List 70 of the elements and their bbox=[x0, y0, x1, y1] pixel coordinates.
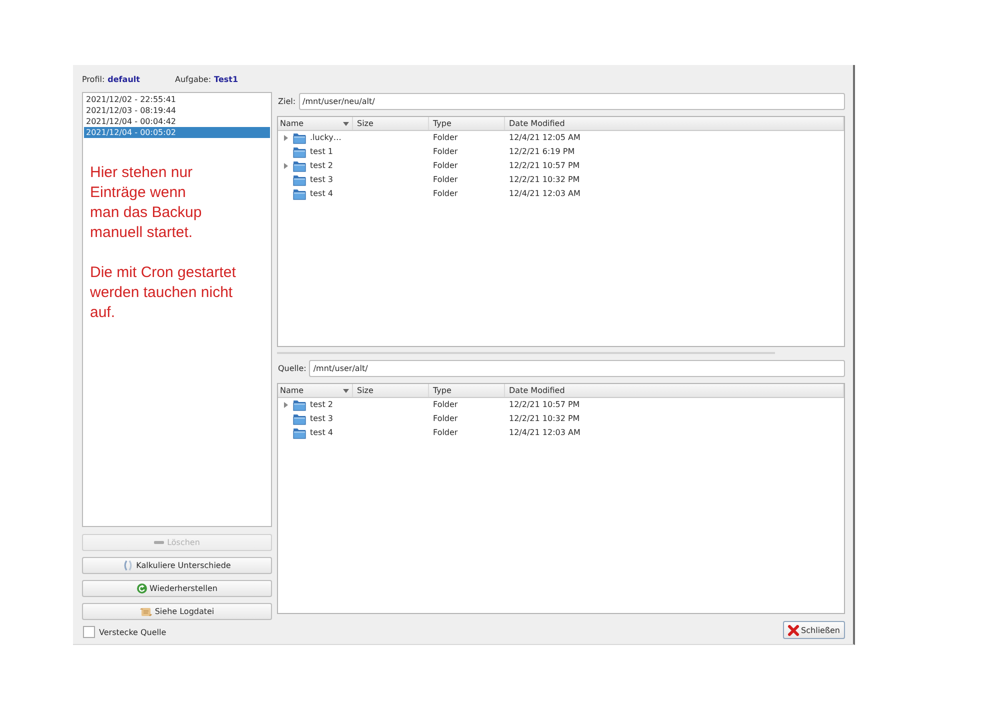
column-header[interactable]: Type bbox=[429, 117, 505, 130]
backup-entry[interactable]: 2021/12/04 - 00:05:02 bbox=[84, 127, 270, 138]
close-button[interactable]: Schließen bbox=[783, 621, 845, 639]
action-button[interactable]: Kalkuliere Unterschiede bbox=[82, 557, 272, 574]
expander-icon[interactable] bbox=[284, 163, 288, 169]
profile-label: Profil: bbox=[82, 75, 105, 84]
table-cell-text: 12/4/21 12:05 AM bbox=[508, 132, 582, 144]
action-button[interactable]: Wiederherstellen bbox=[82, 580, 272, 597]
table-cell-text: 12/2/21 10:57 PM bbox=[508, 399, 581, 411]
sort-arrow-icon bbox=[343, 122, 349, 126]
file-name: test 3 bbox=[310, 174, 333, 186]
table-cell-text: Folder bbox=[432, 132, 459, 144]
scroll-icon bbox=[140, 606, 152, 616]
folder-icon bbox=[293, 188, 306, 200]
path-field[interactable]: /mnt/user/neu/alt/ bbox=[298, 93, 845, 110]
backup-entry[interactable]: 2021/12/04 - 00:04:42 bbox=[84, 116, 270, 127]
circular-arrow-icon bbox=[136, 583, 146, 594]
field-label: Quelle: bbox=[277, 364, 306, 373]
file-name: test 2 bbox=[310, 160, 333, 172]
table-cell-text: 12/4/21 12:03 AM bbox=[508, 188, 582, 200]
sort-arrow-icon bbox=[343, 388, 349, 392]
folder-icon bbox=[293, 428, 306, 438]
table-cell-text: 12/2/21 10:57 PM bbox=[508, 160, 581, 172]
table-cell-text: Folder bbox=[432, 188, 459, 200]
column-header[interactable]: Size bbox=[353, 117, 429, 130]
path-field[interactable]: /mnt/user/alt/ bbox=[309, 360, 845, 377]
annotation-text: Die mit Cron gestartet werden tauchen nicht auf. bbox=[89, 263, 237, 323]
checkbox[interactable] bbox=[83, 626, 95, 638]
table-cell-text: Folder bbox=[432, 174, 459, 186]
brackets-icon bbox=[123, 560, 134, 571]
table-cell-text: 12/2/21 6:19 PM bbox=[508, 146, 576, 158]
field-label: Ziel: bbox=[277, 97, 296, 106]
table-cell-text: Folder bbox=[432, 399, 459, 411]
file-name: test 1 bbox=[310, 146, 333, 158]
folder-icon bbox=[293, 400, 306, 410]
table-cell-text: Folder bbox=[432, 413, 459, 425]
backup-entry[interactable]: 2021/12/03 - 08:19:44 bbox=[84, 105, 270, 116]
folder-icon bbox=[293, 414, 306, 424]
column-header[interactable]: Date Modified bbox=[505, 384, 844, 397]
column-header[interactable]: Date Modified bbox=[505, 117, 844, 130]
column-header[interactable]: Name bbox=[278, 117, 353, 130]
column-header[interactable]: Name bbox=[278, 384, 353, 397]
table-cell-text: 12/4/21 12:03 AM bbox=[508, 427, 582, 439]
folder-icon bbox=[293, 174, 306, 186]
table-cell-text: 12/2/21 10:32 PM bbox=[508, 413, 581, 425]
file-name: test 4 bbox=[310, 427, 333, 439]
folder-icon bbox=[293, 146, 306, 158]
table-cell-text: Folder bbox=[432, 146, 459, 158]
profile-name: default bbox=[108, 75, 140, 84]
file-name: .lucky… bbox=[310, 132, 342, 144]
file-name: test 4 bbox=[310, 188, 333, 200]
folder-icon bbox=[293, 132, 306, 144]
table-cell-text: Folder bbox=[432, 160, 459, 172]
folder-icon bbox=[293, 160, 306, 172]
file-name: test 2 bbox=[310, 399, 333, 411]
action-button[interactable]: Siehe Logdatei bbox=[82, 603, 272, 620]
expander-icon[interactable] bbox=[284, 135, 288, 141]
column-header[interactable]: Type bbox=[429, 384, 505, 397]
task-label: Aufgabe: bbox=[175, 75, 212, 84]
checkbox-label[interactable]: Verstecke Quelle bbox=[99, 628, 166, 636]
task-name: Test1 bbox=[214, 75, 238, 84]
file-name: test 3 bbox=[310, 413, 333, 425]
close-icon bbox=[788, 624, 800, 636]
minus-icon bbox=[154, 541, 164, 544]
table-cell-text: Folder bbox=[432, 427, 459, 439]
expander-icon[interactable] bbox=[284, 402, 288, 408]
column-header[interactable]: Size bbox=[353, 384, 429, 397]
table-cell-text: 12/2/21 10:32 PM bbox=[508, 174, 581, 186]
backup-entry[interactable]: 2021/12/02 - 22:55:41 bbox=[84, 94, 270, 105]
annotation-text: Hier stehen nur Einträge wenn man das Backup manuell startet. bbox=[89, 163, 203, 243]
